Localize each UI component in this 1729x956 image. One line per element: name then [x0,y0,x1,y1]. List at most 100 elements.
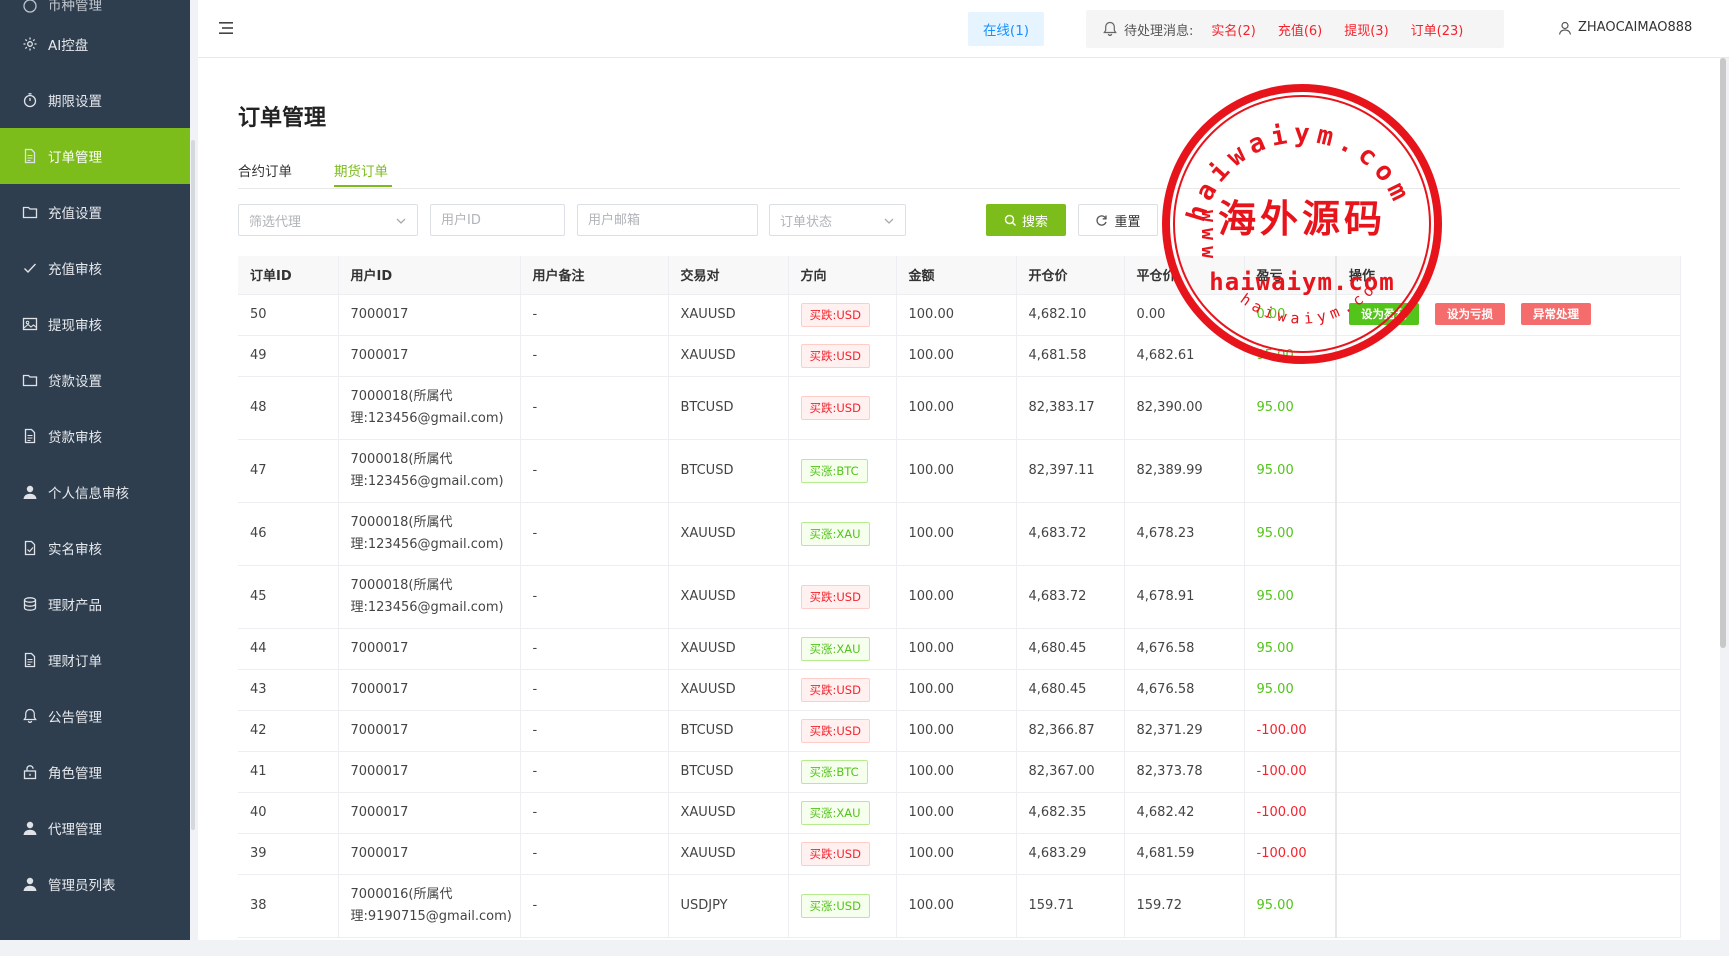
sidebar-item-label: 充值设置 [48,206,102,222]
cell-user-note: - [520,710,669,752]
menu-toggle-icon[interactable] [218,20,234,36]
cell-user-id: 7000018(所属代理:123456@gmail.com) [338,439,521,503]
search-button[interactable]: 搜索 [986,204,1066,236]
cell-trading-pair: XAUUSD [668,502,789,566]
cell-order-id: 42 [238,710,339,752]
cell-order-id: 49 [238,335,339,377]
cell-amount: 100.00 [896,669,1017,711]
chevron-down-icon [884,218,894,224]
cell-profit-loss: -100.00 [1244,792,1337,834]
sidebar-item-label: 期限设置 [48,94,102,110]
cell-direction: 买跌:USD [788,833,897,875]
sidebar-item-2[interactable]: 期限设置 [0,72,190,128]
user-id-input[interactable] [430,204,565,236]
sidebar-scrollbar[interactable] [191,140,195,830]
cell-trading-pair: XAUUSD [668,833,789,875]
direction-tag: 买跌:USD [800,718,870,743]
sidebar-item-14[interactable]: 角色管理 [0,744,190,800]
cell-user-id: 7000017 [338,792,521,834]
cell-order-id: 45 [238,565,339,629]
set-loss-button[interactable]: 设为亏损 [1435,303,1505,325]
cell-profit-loss: -100.00 [1244,710,1337,752]
sidebar-item-7[interactable]: 贷款设置 [0,352,190,408]
pending-recharge-link[interactable]: 充值(6) [1278,20,1322,39]
sidebar-item-label: 角色管理 [48,766,102,782]
cell-user-id: 7000017 [338,833,521,875]
cell-close-price: 4,678.23 [1124,502,1245,566]
table-row: 49 7000017- XAUUSD 买跌:USD 100.00 4,681.58 4,68… [238,335,1681,377]
cell-actions [1335,669,1681,711]
user-menu[interactable]: ZHAOCAIMAO888 [1558,20,1692,35]
chevron-down-icon [396,218,406,224]
sidebar-item-label: 个人信息审核 [48,486,129,502]
sidebar-item-5[interactable]: 充值审核 [0,240,190,296]
column-header-order-id: 订单ID [238,256,339,295]
cell-trading-pair: BTCUSD [668,376,789,440]
cell-open-price: 82,366.87 [1016,710,1125,752]
sidebar-item-4[interactable]: 充值设置 [0,184,190,240]
sidebar-item-0[interactable]: 币种管理 [0,0,190,16]
cell-user-id: 7000016(所属代理:9190715@gmail.com) [338,874,521,938]
sidebar-item-15[interactable]: 代理管理 [0,800,190,856]
tab-futures-orders[interactable]: 期货订单 [334,160,388,180]
order-status-select[interactable]: 订单状态 [769,204,906,236]
cell-user-note: - [520,294,669,336]
cell-user-id: 7000017 [338,294,521,336]
sidebar-item-13[interactable]: 公告管理 [0,688,190,744]
set-profit-button[interactable]: 设为盈利 [1349,303,1419,325]
user-email-input[interactable] [577,204,758,236]
table-row: 45 7000018(所属代理:123456@gmail.com) - XAUUSD 买… [238,565,1681,629]
column-header-profit-loss: 盈亏 [1244,256,1337,295]
orders-table-wrapper: 订单ID 用户ID 用户备注 交易对 方向 金额 开仓价 平仓价 盈亏 操作 50 7000017-… [238,256,1681,956]
agent-filter-select[interactable]: 筛选代理 [238,204,418,236]
cell-open-price: 4,682.10 [1016,294,1125,336]
cell-profit-loss: -100.00 [1244,751,1337,793]
cell-actions [1335,376,1681,440]
cell-close-price: 0.00 [1124,294,1245,336]
sidebar-item-11[interactable]: 理财产品 [0,576,190,632]
sidebar-item-label: 充值审核 [48,262,102,278]
order-status-placeholder: 订单状态 [780,214,833,230]
cell-close-price: 82,390.00 [1124,376,1245,440]
cell-amount: 100.00 [896,628,1017,670]
cell-profit-loss: 95.00 [1244,335,1337,377]
cell-direction: 买涨:XAU [788,502,897,566]
sidebar-item-9[interactable]: 个人信息审核 [0,464,190,520]
column-header-direction: 方向 [788,256,897,295]
direction-tag: 买涨:XAU [800,800,870,825]
tab-contract-orders[interactable]: 合约订单 [238,160,292,180]
cell-user-note: - [520,833,669,875]
sidebar-item-6[interactable]: 提现审核 [0,296,190,352]
cell-open-price: 159.71 [1016,874,1125,938]
pending-order-link[interactable]: 订单(23) [1411,20,1464,39]
reset-button[interactable]: 重置 [1078,204,1158,236]
pending-realname-link[interactable]: 实名(2) [1211,20,1255,39]
page-scrollbar[interactable] [1720,58,1726,648]
cell-trading-pair: BTCUSD [668,439,789,503]
cell-user-id: 7000017 [338,628,521,670]
sidebar-item-8[interactable]: 贷款审核 [0,408,190,464]
cell-amount: 100.00 [896,294,1017,336]
search-button-label: 搜索 [1021,214,1048,230]
exception-handle-button[interactable]: 异常处理 [1521,303,1591,325]
cell-direction: 买跌:USD [788,669,897,711]
cell-user-id: 7000018(所属代理:123456@gmail.com) [338,502,521,566]
cell-close-price: 82,389.99 [1124,439,1245,503]
sidebar-item-1[interactable]: AI控盘 [0,16,190,72]
sidebar-item-12[interactable]: 理财订单 [0,632,190,688]
cell-close-price: 4,681.59 [1124,833,1245,875]
pending-label: 待处理消息: [1124,23,1194,39]
cell-amount: 100.00 [896,376,1017,440]
sidebar-item-10[interactable]: 实名审核 [0,520,190,576]
cell-open-price: 4,680.45 [1016,628,1125,670]
sidebar-item-16[interactable]: 管理员列表 [0,856,190,912]
cell-direction: 买跌:USD [788,376,897,440]
cell-profit-loss: 95.00 [1244,628,1337,670]
username: ZHAOCAIMAO888 [1578,20,1693,35]
orders-table: 订单ID 用户ID 用户备注 交易对 方向 金额 开仓价 平仓价 盈亏 操作 50 7000017-… [238,256,1681,938]
cell-user-note: - [520,792,669,834]
sidebar-item-3[interactable]: 订单管理 [0,128,190,184]
online-status-button[interactable]: 在线(1) [968,12,1044,46]
cell-open-price: 4,681.58 [1016,335,1125,377]
pending-withdraw-link[interactable]: 提现(3) [1344,20,1388,39]
